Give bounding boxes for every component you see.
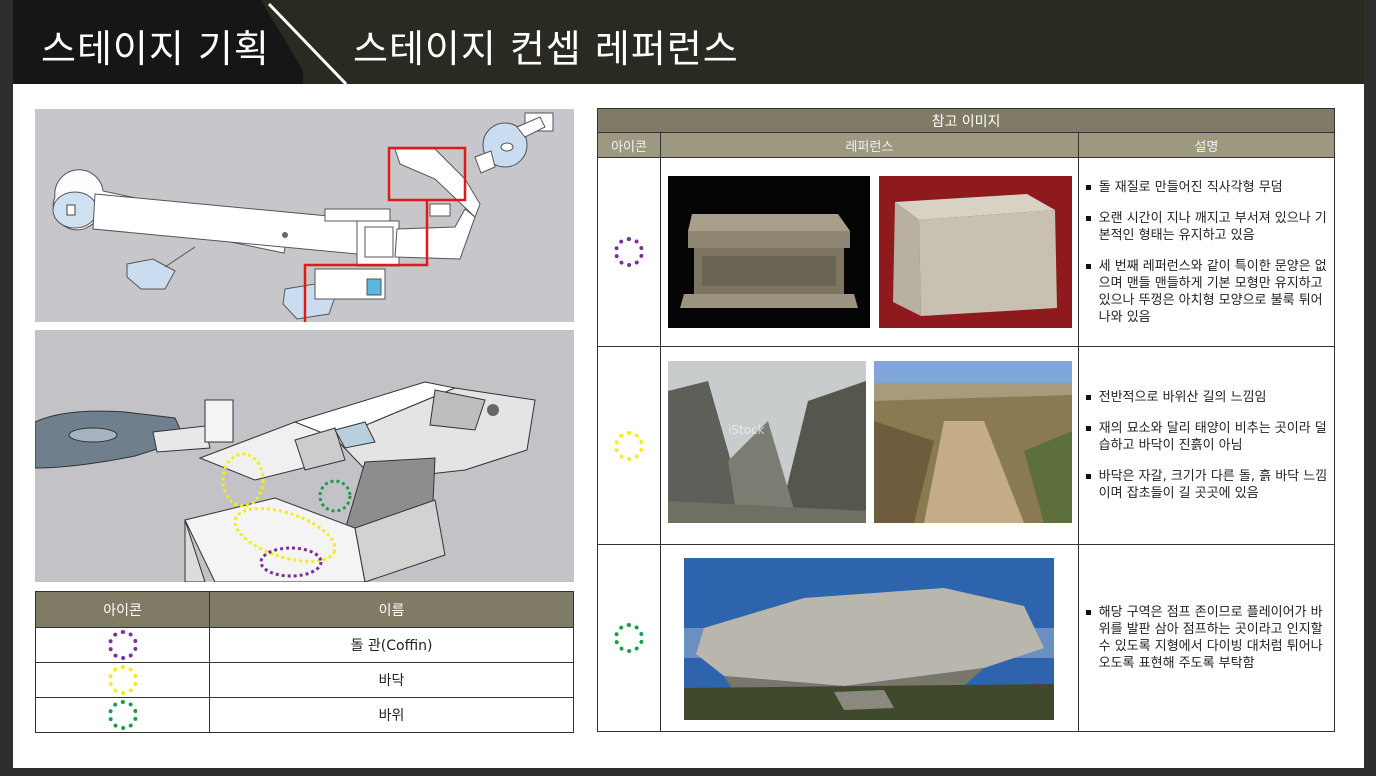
legend-header-row: 아이콘 이름 [34, 591, 574, 628]
table-row: 바위 [34, 697, 574, 733]
reference-header-reference: 레퍼런스 [660, 132, 1079, 158]
reference-description-cell: 해당 구역은 점프 존이므로 플레이어가 바위를 발판 삼아 점프하는 곳이라고… [1077, 544, 1336, 732]
rocky-canyon-photo: iStock [668, 361, 867, 523]
yellow-dotted-circle-icon [107, 665, 138, 695]
reference-description-cell: 전반적으로 바위산 길의 느낌임 재의 묘소와 달리 태양이 비추는 곳이라 덜… [1077, 346, 1336, 545]
level-perspective-drawing [35, 381, 536, 582]
reference-images-cell: iStock [660, 346, 1079, 545]
table-row: iStock 전반적으로 바위산 길의 느낌임 재의 묘소와 달리 태양이 비추… [596, 346, 1336, 545]
reference-icon-cell [596, 157, 662, 347]
legend-icon-cell [34, 662, 211, 698]
legend-icon-cell [34, 627, 211, 663]
legend-table: 아이콘 이름 돌 관(Coffin) 바닥 바위 [34, 591, 574, 733]
legend-name-cell: 바위 [209, 697, 574, 733]
stone-tomb-photo [879, 176, 1073, 328]
table-row: 바닥 [34, 662, 574, 698]
reference-table: 참고 이미지 아이콘 레퍼런스 설명 돌 재질로 만들어진 직사각형 무덤 오랜… [596, 108, 1336, 732]
list-item: 전반적으로 바위산 길의 느낌임 [1083, 389, 1330, 406]
table-row: 해당 구역은 점프 존이므로 플레이어가 바위를 발판 삼아 점프하는 곳이라고… [596, 544, 1336, 732]
purple-dotted-circle-icon [107, 630, 138, 660]
level-topdown-view [35, 109, 574, 322]
reference-icon-cell [596, 346, 662, 545]
legend-icon-cell [34, 697, 211, 733]
reference-header-row: 아이콘 레퍼런스 설명 [596, 132, 1336, 158]
reference-caption: 참고 이미지 [597, 108, 1335, 133]
overhanging-rock-photo [684, 558, 1055, 720]
reference-images-cell [660, 544, 1079, 732]
reference-images-cell [660, 157, 1079, 347]
level-topdown-drawing [52, 112, 554, 322]
reference-caption-row: 참고 이미지 [597, 108, 1335, 133]
legend-header-icon: 아이콘 [34, 591, 211, 628]
reference-icon-cell [596, 544, 662, 732]
list-item: 세 번째 레퍼런스와 같이 특이한 문양은 없으며 맨들 맨들하게 기본 모형만… [1083, 258, 1330, 326]
legend-header-name: 이름 [209, 591, 574, 628]
mountain-trail-photo [874, 361, 1073, 523]
slide: 스테이지 기획 스테이지 컨셉 레퍼런스 아이콘 이름 돌 관(Coffin) … [13, 0, 1364, 768]
table-row: 돌 관(Coffin) [34, 627, 574, 663]
header-bar: 스테이지 기획 스테이지 컨셉 레퍼런스 [13, 0, 1364, 84]
level-perspective-view [35, 330, 574, 582]
stone-sarcophagus-photo [668, 176, 871, 328]
green-dotted-circle-icon [107, 700, 138, 730]
green-dotted-circle-icon [614, 623, 645, 653]
reference-description-cell: 돌 재질로 만들어진 직사각형 무덤 오랜 시간이 지나 깨지고 부서져 있으나… [1077, 157, 1336, 347]
reference-header-icon: 아이콘 [596, 132, 662, 158]
list-item: 돌 재질로 만들어진 직사각형 무덤 [1083, 179, 1330, 196]
list-item: 재의 묘소와 달리 태양이 비추는 곳이라 덜 습하고 바닥이 진흙이 아님 [1083, 420, 1330, 454]
page-title: 스테이지 기획 [41, 27, 270, 71]
page-subtitle: 스테이지 컨셉 레퍼런스 [353, 27, 739, 71]
legend-name-cell: 돌 관(Coffin) [209, 627, 574, 663]
table-row: 돌 재질로 만들어진 직사각형 무덤 오랜 시간이 지나 깨지고 부서져 있으나… [596, 157, 1336, 347]
legend-name-cell: 바닥 [209, 662, 574, 698]
watermark-text: iStock [728, 423, 765, 437]
list-item: 해당 구역은 점프 존이므로 플레이어가 바위를 발판 삼아 점프하는 곳이라고… [1083, 604, 1330, 672]
yellow-dotted-circle-icon [614, 430, 645, 461]
reference-header-description: 설명 [1077, 132, 1336, 158]
list-item: 바닥은 자갈, 크기가 다른 돌, 흙 바닥 느낌이며 잡초들이 길 곳곳에 있… [1083, 468, 1330, 502]
purple-dotted-circle-icon [614, 237, 645, 267]
list-item: 오랜 시간이 지나 깨지고 부서져 있으나 기본적인 형태는 유지하고 있음 [1083, 210, 1330, 244]
